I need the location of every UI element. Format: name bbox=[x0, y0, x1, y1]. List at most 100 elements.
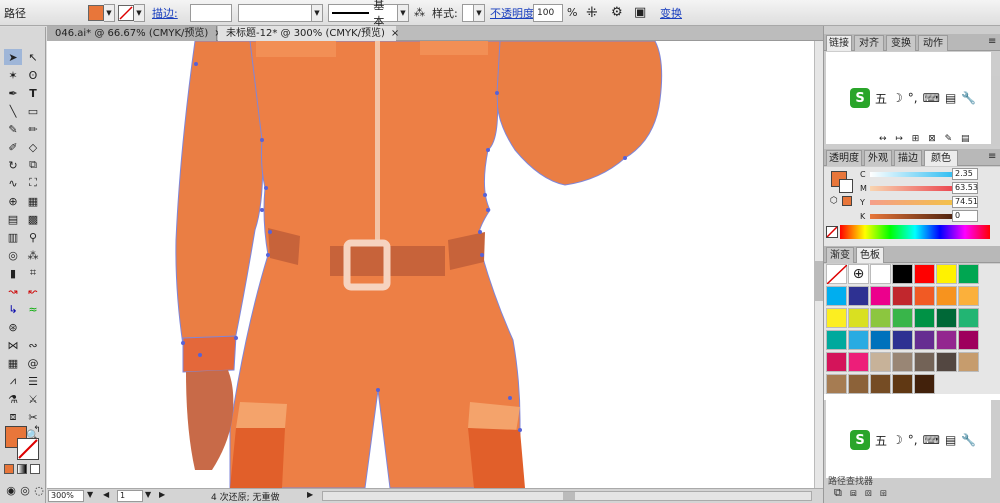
swatch-none[interactable] bbox=[826, 264, 848, 285]
swatch-7[interactable] bbox=[848, 286, 869, 306]
stroke-weight-field[interactable] bbox=[190, 3, 232, 22]
swatch-4[interactable] bbox=[936, 264, 957, 284]
variable-width-dropdown[interactable]: ▼ bbox=[312, 3, 323, 22]
vertical-scrollbar[interactable] bbox=[814, 41, 823, 488]
swatch-36[interactable] bbox=[870, 374, 891, 394]
eyedropper-tool-icon[interactable]: ⚲ bbox=[24, 229, 42, 245]
keyboard-icon[interactable]: ⌨ bbox=[923, 91, 940, 105]
swatch-15[interactable] bbox=[870, 308, 891, 328]
magic-wand-tool-icon[interactable]: ✶ bbox=[4, 67, 22, 83]
swatch-11[interactable] bbox=[936, 286, 957, 306]
swatch-30[interactable] bbox=[892, 352, 913, 372]
gear-icon[interactable]: ⚙ bbox=[611, 3, 623, 22]
gradient-tool-icon[interactable]: ▥ bbox=[4, 229, 22, 245]
swap-colors-icon[interactable]: ↰ bbox=[28, 422, 46, 438]
color-mode-icon[interactable] bbox=[4, 464, 14, 474]
swatch-16[interactable] bbox=[892, 308, 913, 328]
scroll-thumb[interactable] bbox=[815, 261, 823, 301]
swatch-12[interactable] bbox=[958, 286, 979, 306]
zigzag-tool-icon[interactable]: ⩘ bbox=[4, 373, 22, 389]
tab-appearance[interactable]: 外观 bbox=[864, 150, 892, 166]
swatch-5[interactable] bbox=[958, 264, 979, 284]
pathfinder-buttons[interactable]: ⧉⧈⧇⧆ bbox=[834, 486, 895, 500]
wrench-icon[interactable]: 🔧 bbox=[961, 91, 976, 105]
eraser-tool-icon[interactable]: ◇ bbox=[24, 139, 42, 155]
swatch-35[interactable] bbox=[848, 374, 869, 394]
swatch-26[interactable] bbox=[958, 330, 979, 350]
pencil-tool-icon[interactable]: ✏ bbox=[24, 121, 42, 137]
swatch-21[interactable] bbox=[848, 330, 869, 350]
slider-k-value[interactable]: 0 bbox=[952, 210, 978, 222]
swatch-28[interactable] bbox=[848, 352, 869, 372]
tab-untitled-12[interactable]: 未标题-12* @ 300% (CMYK/预览) × bbox=[218, 26, 399, 41]
swatch-10[interactable] bbox=[914, 286, 935, 306]
status-menu-icon[interactable]: ▶ bbox=[307, 490, 313, 499]
swatch-37[interactable] bbox=[892, 374, 913, 394]
opacity-field[interactable]: 100 bbox=[533, 3, 563, 22]
wave-tool-icon[interactable]: ∾ bbox=[24, 337, 42, 353]
panel-menu-icon[interactable]: ≡ bbox=[988, 36, 996, 47]
swatch-9[interactable] bbox=[892, 286, 913, 306]
perspective-grid-tool-icon[interactable]: ▤ bbox=[4, 211, 22, 227]
skin-icon[interactable]: ▤ bbox=[945, 433, 956, 447]
live-paint-tool-icon[interactable]: ▦ bbox=[24, 193, 42, 209]
twirl-tool-icon[interactable]: @ bbox=[24, 355, 42, 371]
skin-icon[interactable]: ▤ bbox=[945, 91, 956, 105]
color-panel-menu-icon[interactable]: ≡ bbox=[988, 151, 996, 162]
slider-c-value[interactable]: 2.35 bbox=[952, 168, 978, 180]
tab-transparency[interactable]: 透明度 bbox=[826, 150, 862, 166]
swatch-31[interactable] bbox=[914, 352, 935, 372]
stroke-color-box[interactable] bbox=[17, 438, 39, 460]
punctuation-icon[interactable]: °, bbox=[908, 433, 918, 447]
stroke-label[interactable]: 描边: bbox=[152, 3, 178, 22]
globe-tool-icon[interactable]: ⊛ bbox=[4, 319, 22, 335]
zoom-dropdown-icon[interactable]: ▼ bbox=[87, 490, 93, 499]
tab-align[interactable]: 对齐 bbox=[854, 35, 884, 51]
warp-tool-icon[interactable]: ∿ bbox=[4, 175, 22, 191]
keyboard-icon[interactable]: ⌨ bbox=[923, 433, 940, 447]
ime-toolbar-bottom[interactable]: S 五 ☽ °, ⌨ ▤ 🔧 bbox=[850, 430, 976, 450]
column-graph-tool-icon[interactable]: ▮ bbox=[4, 265, 22, 281]
links-panel-buttons[interactable]: ↔ ↦ ⊞ ⊠ ✎ ▤ bbox=[879, 134, 973, 144]
zoom-field[interactable]: 300% bbox=[48, 490, 84, 502]
horizontal-scroll-thumb[interactable] bbox=[563, 492, 575, 500]
brush-definition-field[interactable]: 基本 bbox=[328, 0, 398, 28]
swatch-20[interactable] bbox=[826, 330, 847, 350]
tab-gradient[interactable]: 渐变 bbox=[826, 247, 854, 263]
tab-046-ai[interactable]: 046.ai* @ 66.67% (CMYK/预览)× bbox=[47, 26, 223, 41]
swatch-6[interactable] bbox=[826, 286, 847, 306]
artboard-field[interactable]: 1 bbox=[117, 490, 143, 502]
transform-link[interactable]: 变换 bbox=[660, 3, 682, 22]
swatch-19[interactable] bbox=[958, 308, 979, 328]
horizontal-scrollbar[interactable] bbox=[322, 491, 812, 501]
align-icon[interactable]: ▣ bbox=[634, 3, 646, 22]
swatch-33[interactable] bbox=[958, 352, 979, 372]
tab-stroke[interactable]: 描边 bbox=[894, 150, 922, 166]
direct-selection-tool-icon[interactable]: ↖ bbox=[24, 49, 42, 65]
tab-color[interactable]: 颜色 bbox=[924, 150, 958, 166]
fill-dropdown[interactable]: ▼ bbox=[104, 3, 115, 22]
artboard-canvas[interactable] bbox=[47, 41, 814, 488]
first-artboard-icon[interactable]: ◀ bbox=[103, 490, 109, 499]
swatch-2[interactable] bbox=[892, 264, 913, 284]
type-tool-icon[interactable]: T bbox=[24, 85, 42, 101]
tab-swatches[interactable]: 色板 bbox=[856, 247, 884, 263]
selection-tool-icon[interactable]: ➤ bbox=[4, 49, 22, 65]
swatch-8[interactable] bbox=[870, 286, 891, 306]
tab-actions[interactable]: 动作 bbox=[918, 35, 948, 51]
tab-links[interactable]: 链接 bbox=[826, 35, 852, 51]
swatch-18[interactable] bbox=[936, 308, 957, 328]
swatch-14[interactable] bbox=[848, 308, 869, 328]
path-smooth-tool-icon[interactable]: ≈ bbox=[24, 301, 42, 317]
pick-tool-icon[interactable]: ⚗ bbox=[4, 391, 22, 407]
scale-tool-icon[interactable]: ⧉ bbox=[24, 157, 42, 173]
wrench-icon[interactable]: 🔧 bbox=[961, 433, 976, 447]
gradient-mode-icon[interactable] bbox=[17, 464, 27, 474]
rotate-tool-icon[interactable]: ↻ bbox=[4, 157, 22, 173]
left-arm-shape[interactable] bbox=[175, 41, 264, 346]
stroke-dropdown[interactable]: ▼ bbox=[134, 3, 145, 22]
list-tool-icon[interactable]: ☰ bbox=[24, 373, 42, 389]
symbol-sprayer-tool-icon[interactable]: ⁂ bbox=[24, 247, 42, 263]
artboard-dropdown-icon[interactable]: ▼ bbox=[145, 490, 151, 499]
tab-close-icon[interactable]: × bbox=[391, 28, 399, 39]
